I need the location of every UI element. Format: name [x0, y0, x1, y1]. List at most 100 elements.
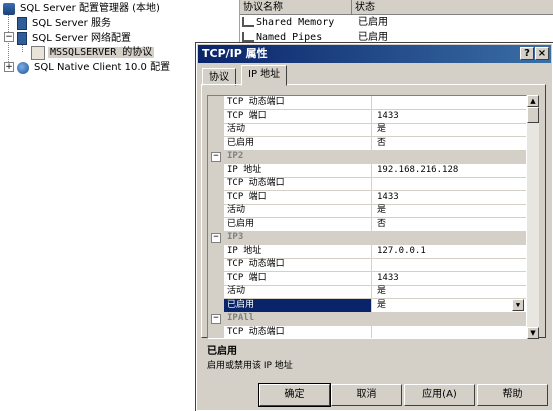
ok-button[interactable]: 确定 — [258, 383, 331, 407]
grid-category-row[interactable]: − IP2 — [208, 150, 526, 164]
tree-node-root[interactable]: SQL Server 配置管理器 (本地) — [3, 1, 162, 16]
grid-property-name: 已启用 — [224, 217, 372, 231]
collapse-network-config-toggle[interactable]: − — [4, 32, 14, 42]
grid-property-value-text: 127.0.0.1 — [377, 245, 426, 256]
grid-property-name: 已启用 — [224, 298, 372, 312]
grid-property-value[interactable]: 是 — [374, 123, 526, 136]
grid-gutter — [208, 177, 224, 191]
scroll-down-arrow-icon[interactable]: ▼ — [527, 327, 539, 339]
grid-property-row[interactable]: 活动是 — [208, 123, 526, 137]
grid-property-value[interactable]: 127.0.0.1 — [374, 245, 526, 258]
column-header-status[interactable]: 状态 — [352, 0, 553, 15]
collapse-category-icon[interactable]: − — [211, 314, 221, 324]
grid-property-value[interactable] — [374, 177, 526, 190]
grid-property-value-text: 是 — [377, 286, 387, 296]
grid-gutter — [208, 204, 224, 218]
grid-gutter — [208, 325, 224, 338]
help-button[interactable]: 帮助 — [477, 384, 548, 406]
list-item[interactable]: Shared Memory — [242, 16, 334, 30]
property-grid-scrollbar[interactable]: ▲ ▼ — [527, 95, 539, 339]
grid-property-value[interactable] — [374, 96, 526, 109]
grid-category-label: IP3 — [227, 232, 244, 242]
tcpip-properties-dialog: TCP/IP 属性 ? × 协议 IP 地址 TCP 动态端口 TCP 端口 143… — [195, 42, 553, 411]
protocols-icon — [31, 45, 45, 60]
grid-property-value-text: 192.168.216.128 — [377, 164, 459, 175]
grid-gutter — [208, 271, 224, 286]
grid-property-row[interactable]: IP 地址 127.0.0.1 — [208, 244, 526, 259]
grid-gutter — [208, 123, 224, 137]
grid-category-row[interactable]: − IPAll — [208, 312, 526, 326]
grid-property-value[interactable]: 1433 — [374, 110, 526, 123]
grid-property-name: 活动 — [224, 204, 372, 217]
grid-property-name: TCP 动态端口 — [224, 325, 372, 338]
grid-property-value[interactable]: 否 — [374, 218, 526, 231]
grid-property-value-text: 是 — [377, 124, 387, 134]
native-client-icon — [17, 61, 29, 74]
grid-property-value-text: 否 — [377, 218, 387, 229]
grid-gutter — [208, 109, 224, 124]
grid-category-row[interactable]: − IP3 — [208, 231, 526, 245]
scroll-up-arrow-icon[interactable]: ▲ — [527, 95, 539, 107]
grid-property-value[interactable]: 否 — [374, 137, 526, 150]
grid-property-name: TCP 端口 — [224, 109, 372, 123]
protocol-icon — [242, 17, 254, 27]
collapse-category-icon[interactable]: − — [211, 152, 221, 162]
tree-node-services[interactable]: SQL Server 服务 — [17, 16, 113, 31]
grid-property-row[interactable]: 已启用否 — [208, 217, 526, 232]
grid-property-value[interactable] — [374, 326, 526, 339]
grid-property-value[interactable]: 是 — [374, 285, 526, 298]
grid-category-label: IP2 — [227, 151, 244, 161]
grid-property-name: TCP 动态端口 — [224, 258, 372, 271]
grid-gutter — [208, 190, 224, 205]
dialog-title: TCP/IP 属性 — [202, 47, 268, 60]
expand-native-client-toggle[interactable]: + — [4, 62, 14, 72]
grid-gutter — [208, 163, 224, 178]
grid-property-row[interactable]: 活动是 — [208, 285, 526, 299]
grid-property-value-text: 否 — [377, 137, 387, 148]
tab-ip-addresses[interactable]: IP 地址 — [241, 65, 288, 86]
dialog-titlebar[interactable]: TCP/IP 属性 ? × — [198, 45, 551, 63]
grid-property-row[interactable]: IP 地址 192.168.216.128 — [208, 163, 526, 178]
grid-property-row[interactable]: TCP 动态端口 — [208, 325, 526, 339]
grid-property-row[interactable]: 已启用否 — [208, 136, 526, 151]
protocol-icon — [242, 32, 254, 42]
grid-gutter — [208, 136, 224, 151]
tree-node-network-config[interactable]: SQL Server 网络配置 — [17, 31, 133, 46]
collapse-category-icon[interactable]: − — [211, 233, 221, 243]
grid-property-name: TCP 动态端口 — [224, 177, 372, 190]
column-header-protocol-name[interactable]: 协议名称 — [240, 0, 352, 15]
value-dropdown-arrow-icon[interactable]: ▼ — [512, 298, 524, 311]
grid-property-value[interactable]: 1433 — [374, 272, 526, 285]
scroll-thumb[interactable] — [527, 107, 539, 123]
tree-node-native-client[interactable]: SQL Native Client 10.0 配置 — [17, 60, 172, 75]
apply-button[interactable]: 应用(A) — [404, 384, 475, 406]
grid-property-value[interactable]: 192.168.216.128 — [374, 164, 526, 177]
grid-property-row[interactable]: TCP 动态端口 — [208, 258, 526, 272]
close-icon[interactable]: × — [535, 47, 549, 60]
server-service-icon — [17, 17, 27, 30]
cancel-button[interactable]: 取消 — [331, 384, 402, 406]
network-config-icon — [17, 32, 27, 45]
description-text: 启用或禁用该 IP 地址 — [207, 361, 293, 371]
tree-node-protocols[interactable]: MSSQLSERVER 的协议 — [31, 45, 155, 60]
grid-property-row[interactable]: TCP 动态端口 — [208, 96, 526, 110]
grid-property-row[interactable]: TCP 端口 1433 — [208, 271, 526, 286]
grid-property-value-text: 是 — [377, 205, 387, 215]
grid-property-row[interactable]: TCP 端口 1433 — [208, 109, 526, 124]
help-icon[interactable]: ? — [520, 47, 534, 60]
grid-property-row[interactable]: 已启用是 ▼ — [208, 298, 526, 313]
grid-property-value[interactable] — [374, 258, 526, 271]
grid-category-label: IPAll — [227, 313, 255, 323]
grid-property-name: 活动 — [224, 123, 372, 136]
grid-gutter — [208, 258, 224, 272]
grid-property-value[interactable]: 1433 — [374, 191, 526, 204]
grid-property-value[interactable]: 是 ▼ — [374, 298, 526, 312]
grid-property-row[interactable]: TCP 端口 1433 — [208, 190, 526, 205]
property-description: 已启用 启用或禁用该 IP 地址 — [207, 345, 540, 375]
grid-property-row[interactable]: TCP 动态端口 — [208, 177, 526, 191]
grid-property-value-text: 1433 — [377, 110, 399, 121]
grid-property-row[interactable]: 活动是 — [208, 204, 526, 218]
grid-property-value-text: 1433 — [377, 272, 399, 283]
grid-property-value[interactable]: 是 — [374, 204, 526, 217]
property-grid: TCP 动态端口 TCP 端口 1433 活动是已启用否 − IP2 IP 地址 192.16… — [207, 95, 527, 339]
